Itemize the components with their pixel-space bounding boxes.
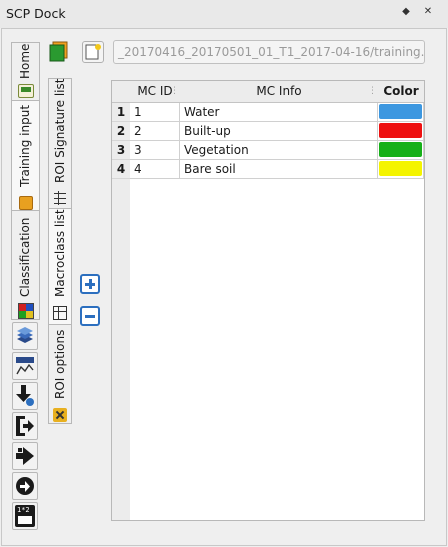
macroclass-table: MC ID ⋮ MC Info ⋮ Color 1 1 Water 2 2 Buil… <box>111 80 425 521</box>
new-file-icon <box>85 44 101 60</box>
cell-mc-info[interactable]: Water <box>180 103 378 122</box>
post-processing-button[interactable] <box>12 472 38 500</box>
tab-roi-signature-list-label: ROI Signature list <box>53 78 67 183</box>
post-processing-icon <box>16 477 34 495</box>
cell-mc-id[interactable]: 2 <box>130 122 180 141</box>
tab-training-input-label: Training input <box>18 104 32 187</box>
download-button[interactable] <box>12 382 38 410</box>
color-swatch <box>379 161 422 176</box>
remove-macroclass-button[interactable] <box>80 306 100 326</box>
cell-mc-info[interactable]: Built-up <box>180 122 378 141</box>
classification-icon <box>18 303 34 319</box>
processing-icon <box>16 447 34 465</box>
cell-color[interactable] <box>378 141 424 160</box>
signature-list-icon <box>53 191 67 205</box>
cell-mc-info[interactable]: Bare soil <box>180 160 378 179</box>
float-dock-button[interactable]: ◆ <box>399 5 413 19</box>
spectral-plot-icon <box>16 357 34 375</box>
row-number[interactable]: 2 <box>112 122 130 141</box>
tab-macroclass-list-label: Macroclass list <box>53 209 67 297</box>
pre-processing-button[interactable] <box>12 412 38 440</box>
table-row[interactable]: 1 Water <box>130 103 424 122</box>
column-header-mc-info[interactable]: MC Info ⋮ <box>180 81 378 102</box>
table-header: MC ID ⋮ MC Info ⋮ Color <box>112 81 424 103</box>
open-training-icon <box>49 41 68 62</box>
row-number[interactable]: 4 <box>112 160 130 179</box>
row-number[interactable]: 3 <box>112 141 130 160</box>
band-calc-badge: 1*2 <box>17 506 30 514</box>
table-row[interactable]: 2 Built-up <box>130 122 424 141</box>
training-input-icon <box>19 196 33 210</box>
cell-color[interactable] <box>378 103 424 122</box>
home-icon <box>18 84 34 98</box>
add-macroclass-button[interactable] <box>80 274 100 294</box>
tab-home-label: Home <box>18 43 32 79</box>
dock-title: SCP Dock <box>6 6 66 21</box>
cell-mc-id[interactable]: 3 <box>130 141 180 160</box>
spectral-plot-button[interactable] <box>12 352 38 380</box>
cell-mc-id[interactable]: 1 <box>130 103 180 122</box>
band-calc-icon: 1*2 <box>15 505 35 527</box>
download-icon <box>16 385 34 406</box>
table-row[interactable]: 3 Vegetation <box>130 141 424 160</box>
roi-options-icon <box>53 408 67 422</box>
color-swatch <box>379 142 422 157</box>
table-row[interactable]: 4 Bare soil <box>130 160 424 179</box>
tab-classification-label: Classification <box>18 217 32 297</box>
cell-color[interactable] <box>378 122 424 141</box>
dock-titlebar: SCP Dock ◆ ✕ <box>0 0 448 28</box>
column-header-mc-id[interactable]: MC ID ⋮ <box>130 81 180 102</box>
cell-mc-info[interactable]: Vegetation <box>180 141 378 160</box>
new-training-file-button[interactable] <box>82 41 104 63</box>
processing-button[interactable] <box>12 442 38 470</box>
row-number[interactable]: 1 <box>112 103 130 122</box>
close-dock-button[interactable]: ✕ <box>421 5 435 19</box>
tab-roi-options-label: ROI options <box>53 329 67 399</box>
band-set-button[interactable] <box>12 322 38 350</box>
open-training-file-button[interactable] <box>48 41 70 63</box>
band-calc-button[interactable]: 1*2 <box>12 502 38 530</box>
training-file-path[interactable]: _20170416_20170501_01_T1_2017-04-16/trai… <box>113 40 425 64</box>
cell-color[interactable] <box>378 160 424 179</box>
color-swatch <box>379 123 422 138</box>
macroclass-list-icon <box>53 306 67 320</box>
pre-processing-icon <box>16 416 34 436</box>
column-header-color[interactable]: Color <box>378 81 424 102</box>
band-set-icon <box>17 327 33 343</box>
color-swatch <box>379 104 422 119</box>
cell-mc-id[interactable]: 4 <box>130 160 180 179</box>
